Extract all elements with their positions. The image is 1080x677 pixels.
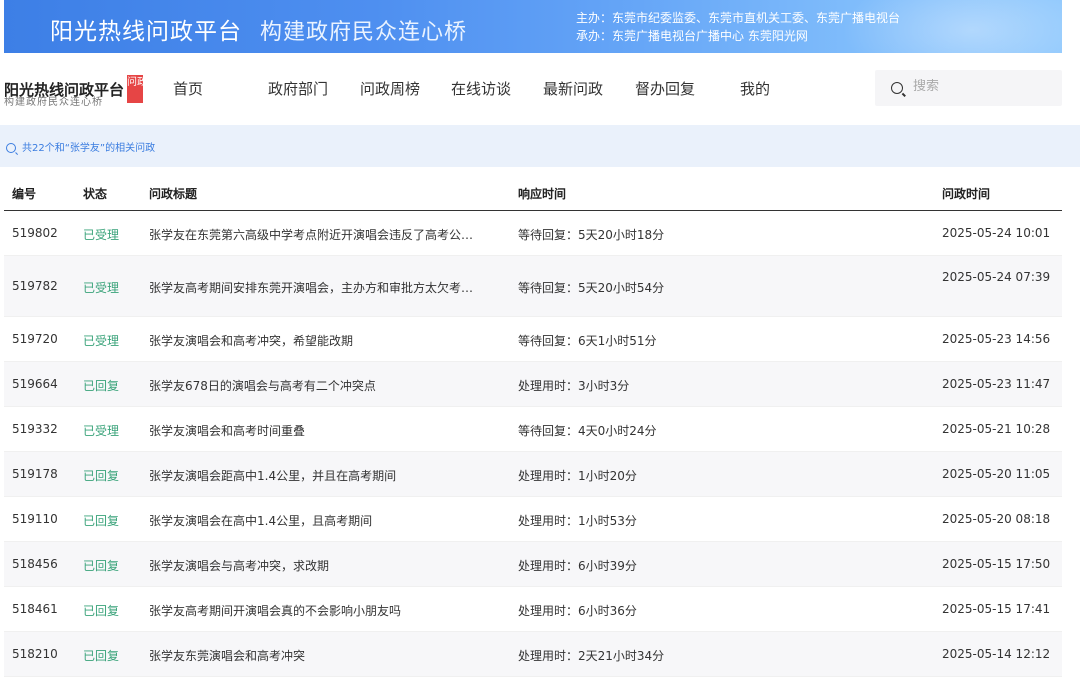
site-logo[interactable]: 阳光热线问政平台 问政 构建政府民众连心桥: [4, 75, 147, 108]
cell-id: 519664: [12, 377, 58, 391]
search-input[interactable]: [913, 79, 1053, 94]
cell-title[interactable]: 张学友678日的演唱会与高考有二个冲突点: [149, 377, 494, 394]
search-icon[interactable]: [891, 82, 903, 94]
cell-time: 2025-05-15 17:41: [942, 602, 1051, 616]
table-row[interactable]: 518456 已回复 张学友演唱会与高考冲突，求改期 处理用时：6小时39分 2025-…: [4, 542, 1062, 587]
cell-id: 519178: [12, 467, 58, 481]
cell-response: 等待回复：5天20小时54分: [518, 281, 665, 295]
banner-slogan: 构建政府民众连心桥: [260, 20, 468, 45]
cell-id: 519110: [12, 512, 58, 526]
table-row[interactable]: 519332 已受理 张学友演唱会和高考时间重叠 等待回复：4天0小时24分 2025-…: [4, 407, 1062, 452]
cell-title[interactable]: 张学友演唱会和高考冲突，希望能改期: [149, 332, 494, 349]
cell-time: 2025-05-20 08:18: [942, 512, 1051, 526]
cell-status: 已回复: [83, 379, 120, 393]
nav-item-3[interactable]: 在线访谈: [451, 78, 511, 99]
header-title: 问政标题: [149, 187, 198, 201]
cell-time: 2025-05-24 07:39: [942, 270, 1051, 284]
cell-id: 518456: [12, 557, 58, 571]
cell-id: 519782: [12, 279, 58, 293]
cell-id: 519720: [12, 332, 58, 346]
cell-time: 2025-05-23 14:56: [942, 332, 1051, 346]
nav-item-5[interactable]: 督办回复: [635, 78, 695, 99]
cell-id: 518210: [12, 647, 58, 661]
table-body: 519802 已受理 张学友在东莞第六高级中学考点附近开演唱会违反了高考公… 等待回复…: [4, 211, 1062, 677]
cell-title[interactable]: 张学友演唱会在高中1.4公里，且高考期间: [149, 512, 494, 529]
logo-tagline: 构建政府民众连心桥: [4, 97, 103, 108]
search-result-bar: 共22个和“张学友”的相关问政: [0, 125, 1080, 167]
cell-response: 处理用时：1小时53分: [518, 514, 637, 528]
cell-status: 已受理: [83, 424, 120, 438]
header-response: 响应时间: [518, 187, 567, 201]
nav-item-1[interactable]: 政府部门: [268, 78, 328, 99]
cell-time: 2025-05-21 10:28: [942, 422, 1051, 436]
search-icon: [6, 143, 16, 153]
table-row[interactable]: 518210 已回复 张学友东莞演唱会和高考冲突 处理用时：2天21小时34分 2025…: [4, 632, 1062, 677]
cell-id: 519332: [12, 422, 58, 436]
cell-status: 已回复: [83, 559, 120, 573]
search-box[interactable]: [875, 70, 1062, 106]
table-header: 编号 状态 问政标题 响应时间 问政时间: [4, 172, 1062, 211]
banner-title: 阳光热线问政平台 构建政府民众连心桥: [50, 12, 467, 46]
cell-title[interactable]: 张学友高考期间开演唱会真的不会影响小朋友吗: [149, 602, 494, 619]
cell-title[interactable]: 张学友东莞演唱会和高考冲突: [149, 647, 494, 664]
table-row[interactable]: 519782 已受理 张学友高考期间安排东莞开演唱会，主办方和审批方太欠考… 等待回复…: [4, 256, 1062, 317]
header-time: 问政时间: [942, 187, 991, 201]
nav-item-4[interactable]: 最新问政: [543, 78, 603, 99]
cell-status: 已回复: [83, 649, 120, 663]
cell-status: 已回复: [83, 514, 120, 528]
banner-host-line: 主办：东莞市纪委监委、东莞市直机关工委、东莞广播电视台: [576, 11, 901, 25]
cell-title[interactable]: 张学友演唱会距高中1.4公里，并且在高考期间: [149, 467, 494, 484]
cell-response: 等待回复：4天0小时24分: [518, 424, 657, 438]
cell-response: 处理用时：3小时3分: [518, 379, 630, 393]
cell-id: 519802: [12, 226, 58, 240]
table-row[interactable]: 519110 已回复 张学友演唱会在高中1.4公里，且高考期间 处理用时：1小时53分…: [4, 497, 1062, 542]
nav-item-6[interactable]: 我的: [740, 78, 770, 99]
table-row[interactable]: 519664 已回复 张学友678日的演唱会与高考有二个冲突点 处理用时：3小时3分 2…: [4, 362, 1062, 407]
top-navigation: 阳光热线问政平台 问政 构建政府民众连心桥 首页 政府部门 问政周榜 在线访谈 最新问政…: [0, 53, 1080, 125]
table-row[interactable]: 519720 已受理 张学友演唱会和高考冲突，希望能改期 等待回复：6天1小时51分 2…: [4, 317, 1062, 362]
cell-status: 已回复: [83, 469, 120, 483]
cell-title[interactable]: 张学友高考期间安排东莞开演唱会，主办方和审批方太欠考…: [149, 279, 494, 296]
cell-status: 已受理: [83, 228, 120, 242]
cell-response: 等待回复：6天1小时51分: [518, 334, 657, 348]
table-row[interactable]: 518461 已回复 张学友高考期间开演唱会真的不会影响小朋友吗 处理用时：6小时36…: [4, 587, 1062, 632]
nav-item-0[interactable]: 首页: [173, 78, 203, 99]
cell-time: 2025-05-24 10:01: [942, 226, 1051, 240]
banner-organizers: 主办：东莞市纪委监委、东莞市直机关工委、东莞广播电视台 承办：东莞广播电视台广播…: [576, 9, 900, 45]
cell-response: 处理用时：6小时36分: [518, 604, 637, 618]
cell-response: 处理用时：2天21小时34分: [518, 649, 665, 663]
nav-item-2[interactable]: 问政周榜: [360, 78, 420, 99]
cell-status: 已回复: [83, 604, 120, 618]
banner-organizer-line: 承办：东莞广播电视台广播中心 东莞阳光网: [576, 29, 808, 43]
cell-time: 2025-05-23 11:47: [942, 377, 1051, 391]
cell-time: 2025-05-14 12:12: [942, 647, 1051, 661]
cell-time: 2025-05-15 17:50: [942, 557, 1051, 571]
cell-status: 已受理: [83, 334, 120, 348]
header-banner: 阳光热线问政平台 构建政府民众连心桥 主办：东莞市纪委监委、东莞市直机关工委、东莞…: [4, 0, 1062, 53]
cell-response: 处理用时：6小时39分: [518, 559, 637, 573]
table-row[interactable]: 519178 已回复 张学友演唱会距高中1.4公里，并且在高考期间 处理用时：1小时2…: [4, 452, 1062, 497]
logo-badge: 问政: [127, 75, 147, 103]
cell-response: 处理用时：1小时20分: [518, 469, 637, 483]
cell-id: 518461: [12, 602, 58, 616]
table-row[interactable]: 519802 已受理 张学友在东莞第六高级中学考点附近开演唱会违反了高考公… 等待回复…: [4, 211, 1062, 256]
header-id: 编号: [12, 187, 37, 201]
cell-status: 已受理: [83, 281, 120, 295]
cell-title[interactable]: 张学友在东莞第六高级中学考点附近开演唱会违反了高考公…: [149, 226, 494, 243]
cell-time: 2025-05-20 11:05: [942, 467, 1051, 481]
cell-response: 等待回复：5天20小时18分: [518, 228, 665, 242]
header-status: 状态: [83, 187, 108, 201]
cell-title[interactable]: 张学友演唱会和高考时间重叠: [149, 422, 494, 439]
result-summary: 共22个和“张学友”的相关问政: [22, 143, 156, 154]
inquiry-table: 编号 状态 问政标题 响应时间 问政时间 519802 已受理 张学友在东莞第六高级…: [4, 172, 1062, 677]
cell-title[interactable]: 张学友演唱会与高考冲突，求改期: [149, 557, 494, 574]
banner-title-text: 阳光热线问政平台: [50, 19, 242, 45]
